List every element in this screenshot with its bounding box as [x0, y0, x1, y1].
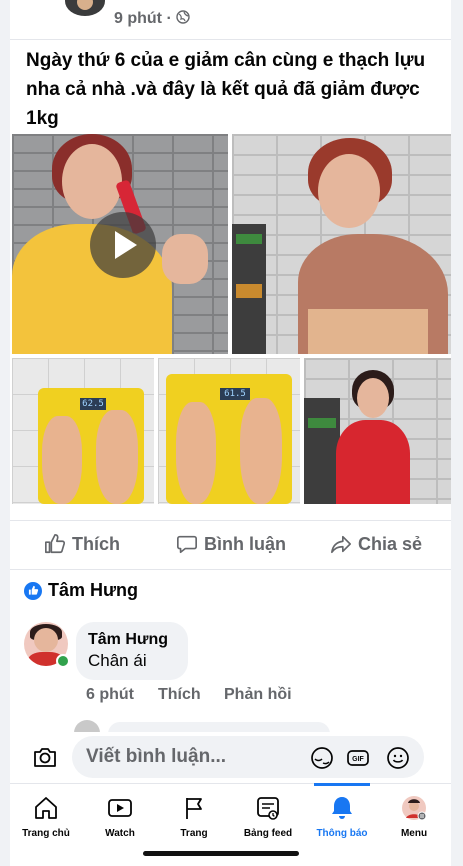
reactions-summary[interactable]: Tâm Hưng [24, 580, 138, 601]
reactor-name[interactable]: Tâm Hưng [48, 580, 138, 601]
comment-text: Chân ái [88, 651, 147, 670]
comment-author[interactable]: Tâm Hưng [88, 630, 176, 650]
comment-bubble[interactable]: Tâm Hưng Chân ái [76, 622, 188, 680]
menu-avatar-icon [402, 796, 427, 821]
video-thumbnail[interactable] [12, 134, 228, 354]
gif-icon[interactable]: GIF [346, 746, 370, 770]
home-indicator [143, 851, 299, 856]
feed-icon [257, 797, 279, 820]
post-card: 9 phút · Ngày thứ 6 của e giảm cân cùng … [10, 0, 451, 866]
home-icon [35, 797, 57, 819]
like-button[interactable]: Thích [44, 533, 120, 555]
flag-icon [186, 798, 202, 819]
shelf-item [236, 234, 262, 244]
tab-home[interactable]: Trang chủ [10, 784, 82, 844]
post-header: 9 phút · [10, 0, 451, 40]
share-button[interactable]: Chia sẻ [330, 533, 422, 555]
avatar-sticker-icon[interactable] [310, 746, 334, 770]
tab-watch-label: Watch [105, 828, 135, 839]
tab-notifications[interactable]: Thông báo [306, 783, 378, 844]
emoji-icon[interactable] [386, 746, 410, 770]
comment-icon [177, 535, 197, 554]
scale-display: 61.5 [220, 388, 250, 400]
tab-pages[interactable]: Trang [158, 784, 230, 844]
avatar-face [34, 628, 58, 652]
post-time[interactable]: 9 phút · [114, 10, 190, 28]
photo-grid: 62.5 61.5 [10, 134, 451, 504]
tab-menu-label: Menu [400, 828, 428, 839]
tab-feeds[interactable]: Bảng feed [232, 784, 304, 844]
right-foot [96, 410, 138, 504]
play-icon[interactable] [90, 212, 156, 278]
scale-display: 62.5 [80, 398, 106, 410]
post-actions: Thích Bình luận Chia sẻ [10, 520, 451, 570]
left-foot [42, 416, 82, 504]
shelf [304, 398, 340, 504]
person-face [318, 154, 380, 228]
tab-menu[interactable]: Menu [378, 784, 450, 844]
person-shirt [336, 420, 410, 504]
share-label: Chia sẻ [358, 533, 423, 554]
like-label: Thích [72, 533, 120, 554]
person-hand [162, 234, 208, 284]
tab-home-label: Trang chủ [22, 828, 70, 839]
like-reaction-icon [24, 581, 42, 600]
bell-icon [332, 797, 352, 819]
watch-icon [108, 799, 132, 817]
comment-label: Bình luận [204, 533, 286, 554]
person-face [62, 144, 122, 219]
photo-3[interactable]: 62.5 [12, 358, 154, 504]
online-status-dot [56, 654, 70, 668]
post-time-label[interactable]: 9 phút · [114, 10, 172, 27]
comment-composer: GIF [10, 732, 451, 782]
comment-like-button[interactable]: Thích [158, 686, 201, 704]
thumbs-up-icon [45, 534, 66, 554]
camera-icon[interactable] [32, 744, 58, 770]
comment-button[interactable]: Bình luận [176, 533, 286, 555]
comment-reply-button[interactable]: Phản hồi [224, 686, 292, 704]
shelf-item [308, 418, 336, 428]
comment-time: 6 phút [86, 686, 134, 703]
shelf-item [236, 284, 262, 298]
svg-text:GIF: GIF [352, 756, 364, 763]
post-text: Ngày thứ 6 của e giảm cân cùng e thạch l… [26, 50, 426, 129]
globe-icon [176, 10, 190, 24]
author-avatar[interactable] [65, 0, 105, 16]
share-icon [331, 535, 351, 554]
photo-4[interactable]: 61.5 [158, 358, 300, 504]
left-foot [176, 402, 216, 504]
tab-watch[interactable]: Watch [84, 784, 156, 844]
person-waist [308, 309, 428, 354]
comment-input[interactable] [72, 736, 424, 778]
right-foot [240, 398, 282, 504]
tab-feeds-label: Bảng feed [243, 828, 293, 839]
tab-notifications-label: Thông báo [316, 828, 368, 839]
person-face [357, 378, 389, 418]
photo-2[interactable] [232, 134, 451, 354]
photo-5[interactable] [304, 358, 451, 504]
tab-pages-label: Trang [180, 828, 208, 839]
